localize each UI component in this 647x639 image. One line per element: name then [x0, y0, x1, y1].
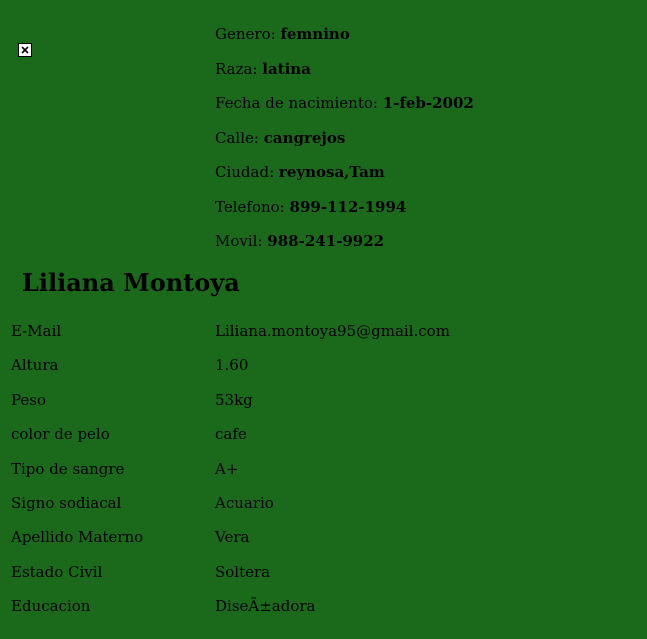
row-key: Estado Civil	[11, 562, 103, 581]
row-key: Signo sodiacal	[11, 493, 122, 512]
row-value: 53kg	[215, 390, 253, 409]
info-row-birthdate: Fecha de nacimiento: 1-feb-2002	[215, 92, 635, 127]
table-row: Peso 53kg	[11, 389, 631, 423]
table-row: color de pelo cafe	[11, 423, 631, 457]
info-label: Raza:	[215, 59, 258, 78]
row-value: cafe	[215, 425, 247, 444]
row-key: E-Mail	[11, 322, 62, 340]
info-row-mobile: Movil: 988-241-9922	[215, 230, 635, 265]
info-value: 988-241-9922	[267, 232, 385, 250]
info-row-phone: Telefono: 899-112-1994	[215, 196, 635, 231]
row-value: Acuario	[215, 493, 274, 512]
table-row: Altura 1.60	[11, 354, 631, 388]
row-value: Vera	[215, 528, 250, 547]
info-row-street: Calle: cangrejos	[215, 127, 635, 162]
info-value: femnino	[280, 25, 350, 43]
info-label: Movil:	[215, 232, 263, 250]
info-value: 899-112-1994	[289, 197, 407, 216]
info-value: latina	[262, 59, 311, 78]
row-key: Tipo de sangre	[11, 459, 125, 478]
profile-page: Genero: femnino Raza: latina Fecha de na…	[0, 0, 647, 639]
table-row: Educacion DiseÃ±adora	[11, 595, 631, 629]
info-label: Telefono:	[215, 197, 285, 216]
table-row: E-Mail Liliana.montoya95@gmail.com	[11, 320, 631, 354]
personal-info: Genero: femnino Raza: latina Fecha de na…	[215, 23, 635, 265]
info-row-race: Raza: latina	[215, 58, 635, 93]
info-label: Genero:	[215, 25, 276, 43]
row-key: Educacion	[11, 597, 91, 616]
table-row: Signo sodiacal Acuario	[11, 492, 631, 526]
row-key: Peso	[11, 390, 47, 409]
table-row: Apellido Materno Vera	[11, 526, 631, 560]
row-key: color de pelo	[11, 425, 110, 444]
info-row-gender: Genero: femnino	[215, 23, 635, 58]
row-value: Liliana.montoya95@gmail.com	[215, 322, 450, 340]
row-value: Soltera	[215, 562, 271, 581]
info-value: reynosa,Tam	[278, 163, 385, 181]
info-label: Fecha de nacimiento:	[215, 94, 378, 112]
details-table: E-Mail Liliana.montoya95@gmail.com Altur…	[11, 320, 631, 630]
row-key: Altura	[11, 356, 59, 375]
close-x-glyph	[21, 46, 29, 54]
table-row: Estado Civil Soltera	[11, 561, 631, 595]
row-key: Apellido Materno	[11, 528, 144, 547]
row-value: A+	[215, 459, 239, 478]
table-row: Tipo de sangre A+	[11, 458, 631, 492]
info-value: 1-feb-2002	[382, 94, 474, 112]
row-value: DiseÃ±adora	[215, 597, 316, 616]
info-value: cangrejos	[263, 128, 346, 147]
row-value: 1.60	[215, 356, 249, 375]
info-row-city: Ciudad: reynosa,Tam	[215, 161, 635, 196]
info-label: Calle:	[215, 128, 259, 147]
info-label: Ciudad:	[215, 163, 275, 181]
profile-name-heading: Liliana Montoya	[22, 268, 240, 297]
broken-image-icon	[18, 43, 32, 57]
